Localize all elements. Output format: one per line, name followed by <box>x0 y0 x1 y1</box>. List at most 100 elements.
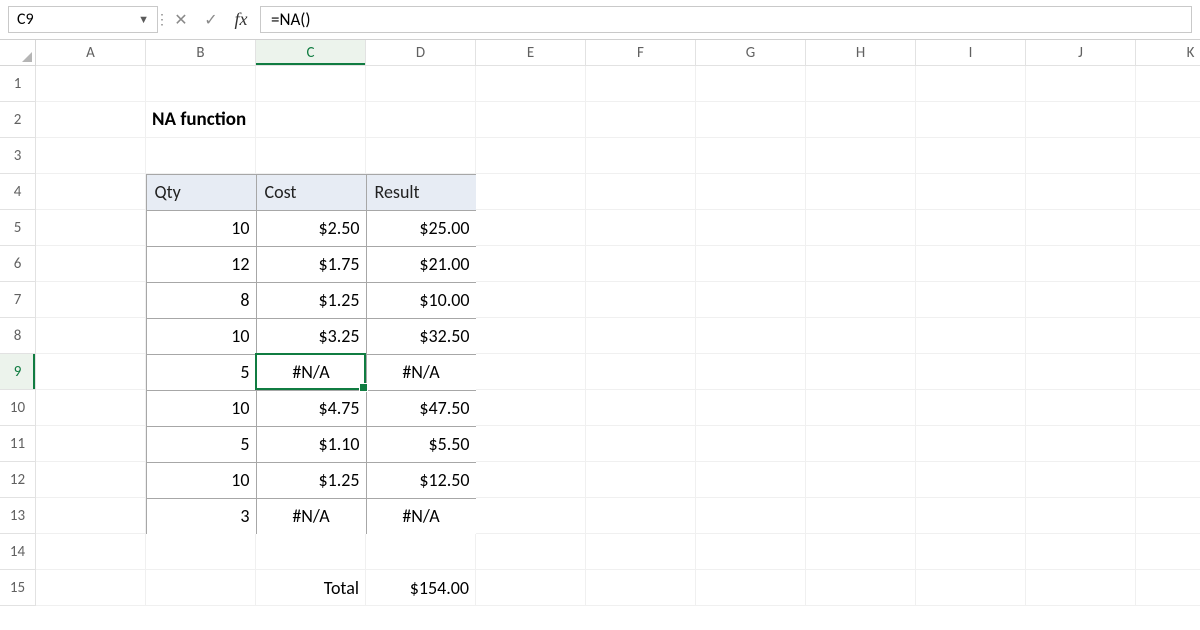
cell-F7[interactable] <box>586 282 696 318</box>
cell-F10[interactable] <box>586 390 696 426</box>
rowhdr-15[interactable]: 15 <box>0 570 36 606</box>
colhdr-A[interactable]: A <box>36 40 146 66</box>
cell-E8[interactable] <box>476 318 586 354</box>
cell-J5[interactable] <box>1026 210 1136 246</box>
cell-E9[interactable] <box>476 354 586 390</box>
cell-J10[interactable] <box>1026 390 1136 426</box>
cell-H10[interactable] <box>806 390 916 426</box>
cell-E3[interactable] <box>476 138 586 174</box>
cell-D14[interactable] <box>366 534 476 570</box>
colhdr-F[interactable]: F <box>586 40 696 66</box>
cell-G5[interactable] <box>696 210 806 246</box>
cell-H9[interactable] <box>806 354 916 390</box>
cell-J3[interactable] <box>1026 138 1136 174</box>
cell-K6[interactable] <box>1136 246 1200 282</box>
cell-H4[interactable] <box>806 174 916 210</box>
cell-D13[interactable]: #N/A <box>366 498 477 535</box>
cell-J8[interactable] <box>1026 318 1136 354</box>
cell-D5[interactable]: $25.00 <box>366 210 477 247</box>
cell-I6[interactable] <box>916 246 1026 282</box>
cell-F14[interactable] <box>586 534 696 570</box>
cell-J13[interactable] <box>1026 498 1136 534</box>
cell-C8[interactable]: $3.25 <box>256 318 367 355</box>
cell-K2[interactable] <box>1136 102 1200 138</box>
cell-D4[interactable]: Result <box>366 174 477 211</box>
cell-J1[interactable] <box>1026 66 1136 102</box>
cell-D11[interactable]: $5.50 <box>366 426 477 463</box>
rowhdr-4[interactable]: 4 <box>0 174 36 210</box>
cell-A11[interactable] <box>36 426 146 462</box>
rowhdr-1[interactable]: 1 <box>0 66 36 102</box>
cell-A7[interactable] <box>36 282 146 318</box>
cell-B8[interactable]: 10 <box>146 318 257 355</box>
cell-D2[interactable] <box>366 102 476 138</box>
cell-I15[interactable] <box>916 570 1026 606</box>
colhdr-D[interactable]: D <box>366 40 476 66</box>
cell-B3[interactable] <box>146 138 256 174</box>
cell-A5[interactable] <box>36 210 146 246</box>
cell-K4[interactable] <box>1136 174 1200 210</box>
cell-A10[interactable] <box>36 390 146 426</box>
cell-B7[interactable]: 8 <box>146 282 257 319</box>
cell-I4[interactable] <box>916 174 1026 210</box>
cell-A14[interactable] <box>36 534 146 570</box>
cell-G4[interactable] <box>696 174 806 210</box>
cell-K13[interactable] <box>1136 498 1200 534</box>
cell-B1[interactable] <box>146 66 256 102</box>
cell-A3[interactable] <box>36 138 146 174</box>
cell-G15[interactable] <box>696 570 806 606</box>
cell-E11[interactable] <box>476 426 586 462</box>
cell-K5[interactable] <box>1136 210 1200 246</box>
cell-H13[interactable] <box>806 498 916 534</box>
colhdr-B[interactable]: B <box>146 40 256 66</box>
cell-E13[interactable] <box>476 498 586 534</box>
cell-C3[interactable] <box>256 138 366 174</box>
cell-K12[interactable] <box>1136 462 1200 498</box>
cell-I9[interactable] <box>916 354 1026 390</box>
cell-C6[interactable]: $1.75 <box>256 246 367 283</box>
cell-C1[interactable] <box>256 66 366 102</box>
cell-K8[interactable] <box>1136 318 1200 354</box>
cell-H1[interactable] <box>806 66 916 102</box>
cell-B9[interactable]: 5 <box>146 354 257 391</box>
cell-B14[interactable] <box>146 534 256 570</box>
colhdr-E[interactable]: E <box>476 40 586 66</box>
cell-A4[interactable] <box>36 174 146 210</box>
cell-I12[interactable] <box>916 462 1026 498</box>
cell-F13[interactable] <box>586 498 696 534</box>
cell-E5[interactable] <box>476 210 586 246</box>
cell-F12[interactable] <box>586 462 696 498</box>
cell-E6[interactable] <box>476 246 586 282</box>
cell-H2[interactable] <box>806 102 916 138</box>
cell-D3[interactable] <box>366 138 476 174</box>
cell-A12[interactable] <box>36 462 146 498</box>
cell-K10[interactable] <box>1136 390 1200 426</box>
rowhdr-5[interactable]: 5 <box>0 210 36 246</box>
cell-J4[interactable] <box>1026 174 1136 210</box>
cell-I5[interactable] <box>916 210 1026 246</box>
cell-K1[interactable] <box>1136 66 1200 102</box>
cell-E2[interactable] <box>476 102 586 138</box>
cell-H12[interactable] <box>806 462 916 498</box>
cell-B15[interactable] <box>146 570 256 606</box>
cell-E12[interactable] <box>476 462 586 498</box>
colhdr-K[interactable]: K <box>1136 40 1200 66</box>
cell-G10[interactable] <box>696 390 806 426</box>
cell-I14[interactable] <box>916 534 1026 570</box>
cell-J6[interactable] <box>1026 246 1136 282</box>
cell-C12[interactable]: $1.25 <box>256 462 367 499</box>
cell-K9[interactable] <box>1136 354 1200 390</box>
cell-E10[interactable] <box>476 390 586 426</box>
worksheet-grid[interactable]: A B C D E F G H I J K 1 2 NA function 3 … <box>0 40 1200 606</box>
cell-I8[interactable] <box>916 318 1026 354</box>
rowhdr-9[interactable]: 9 <box>0 354 36 390</box>
cell-A6[interactable] <box>36 246 146 282</box>
select-all-corner[interactable] <box>0 40 36 66</box>
cell-H6[interactable] <box>806 246 916 282</box>
cell-F2[interactable] <box>586 102 696 138</box>
cell-B12[interactable]: 10 <box>146 462 257 499</box>
cell-D12[interactable]: $12.50 <box>366 462 477 499</box>
colhdr-H[interactable]: H <box>806 40 916 66</box>
cell-C13[interactable]: #N/A <box>256 498 367 535</box>
cell-I7[interactable] <box>916 282 1026 318</box>
